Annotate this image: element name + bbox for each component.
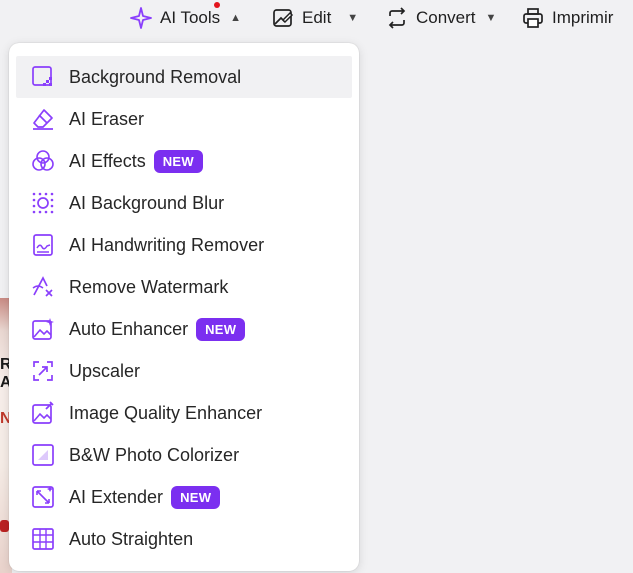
- menu-item-image-quality-enhancer[interactable]: Image Quality Enhancer: [16, 392, 352, 434]
- menu-item-background-removal[interactable]: Background Removal: [16, 56, 352, 98]
- caret-down-icon: ▼: [485, 12, 497, 24]
- menu-item-label: AI Extender: [69, 486, 164, 507]
- notification-dot: [214, 2, 220, 8]
- menu-item-label: AI Effects: [69, 150, 146, 171]
- edit-button[interactable]: Edit ▼: [272, 4, 358, 32]
- menu-item-label: Remove Watermark: [69, 276, 229, 297]
- menu-item-auto-enhancer[interactable]: Auto Enhancer NEW: [16, 308, 352, 350]
- menu-item-label: Upscaler: [69, 360, 141, 381]
- menu-item-label: AI Handwriting Remover: [69, 234, 265, 255]
- menu-item-upscaler[interactable]: Upscaler: [16, 350, 352, 392]
- menu-item-label: AI Background Blur: [69, 192, 225, 213]
- printer-icon: [522, 7, 544, 29]
- upscaler-icon: [31, 359, 55, 383]
- ai-tools-label: AI Tools: [160, 8, 221, 27]
- edit-label: Edit: [302, 8, 332, 27]
- print-label: Imprimir: [552, 8, 614, 27]
- effects-icon: [31, 149, 55, 173]
- menu-item-ai-extender[interactable]: AI Extender NEW: [16, 476, 352, 518]
- background-blur-icon: [31, 191, 55, 215]
- new-badge: NEW: [196, 317, 246, 341]
- menu-item-label: Auto Straighten: [69, 528, 194, 549]
- convert-label: Convert: [416, 8, 476, 27]
- auto-enhancer-icon: [31, 317, 55, 341]
- new-badge: NEW: [171, 485, 221, 509]
- menu-item-auto-straighten[interactable]: Auto Straighten: [16, 518, 352, 560]
- menu-item-remove-watermark[interactable]: Remove Watermark: [16, 266, 352, 308]
- menu-item-ai-handwriting-remover[interactable]: AI Handwriting Remover: [16, 224, 352, 266]
- print-button[interactable]: Imprimir: [522, 4, 613, 32]
- menu-item-label: Background Removal: [69, 66, 242, 87]
- menu-item-label: AI Eraser: [69, 108, 145, 129]
- convert-icon: [386, 7, 408, 29]
- auto-straighten-icon: [31, 527, 55, 551]
- caret-down-icon: ▼: [347, 12, 359, 24]
- extender-icon: [31, 485, 55, 509]
- toolbar: AI Tools ▲ Edit ▼ Convert ▼ Imprimir: [0, 0, 633, 38]
- ai-tools-menu: Background Removal AI Eraser AI Effects …: [9, 43, 359, 571]
- caret-up-icon: ▲: [230, 12, 242, 24]
- handwriting-remover-icon: [31, 233, 55, 257]
- menu-item-label: B&W Photo Colorizer: [69, 444, 240, 465]
- menu-item-bw-photo-colorizer[interactable]: B&W Photo Colorizer: [16, 434, 352, 476]
- menu-item-ai-eraser[interactable]: AI Eraser: [16, 98, 352, 140]
- convert-button[interactable]: Convert ▼: [386, 4, 496, 32]
- menu-item-label: Image Quality Enhancer: [69, 402, 263, 423]
- new-badge: NEW: [153, 149, 203, 173]
- image-quality-enhancer-icon: [31, 401, 55, 425]
- background-removal-icon: [31, 65, 55, 89]
- eraser-icon: [31, 107, 55, 131]
- edit-image-icon: [272, 7, 294, 29]
- menu-item-ai-effects[interactable]: AI Effects NEW: [16, 140, 352, 182]
- ai-tools-button[interactable]: AI Tools ▲: [130, 4, 241, 32]
- sparkle-icon: [130, 7, 152, 29]
- remove-watermark-icon: [31, 275, 55, 299]
- menu-item-label: Auto Enhancer: [69, 318, 189, 339]
- photo-colorizer-icon: [31, 443, 55, 467]
- menu-item-ai-background-blur[interactable]: AI Background Blur: [16, 182, 352, 224]
